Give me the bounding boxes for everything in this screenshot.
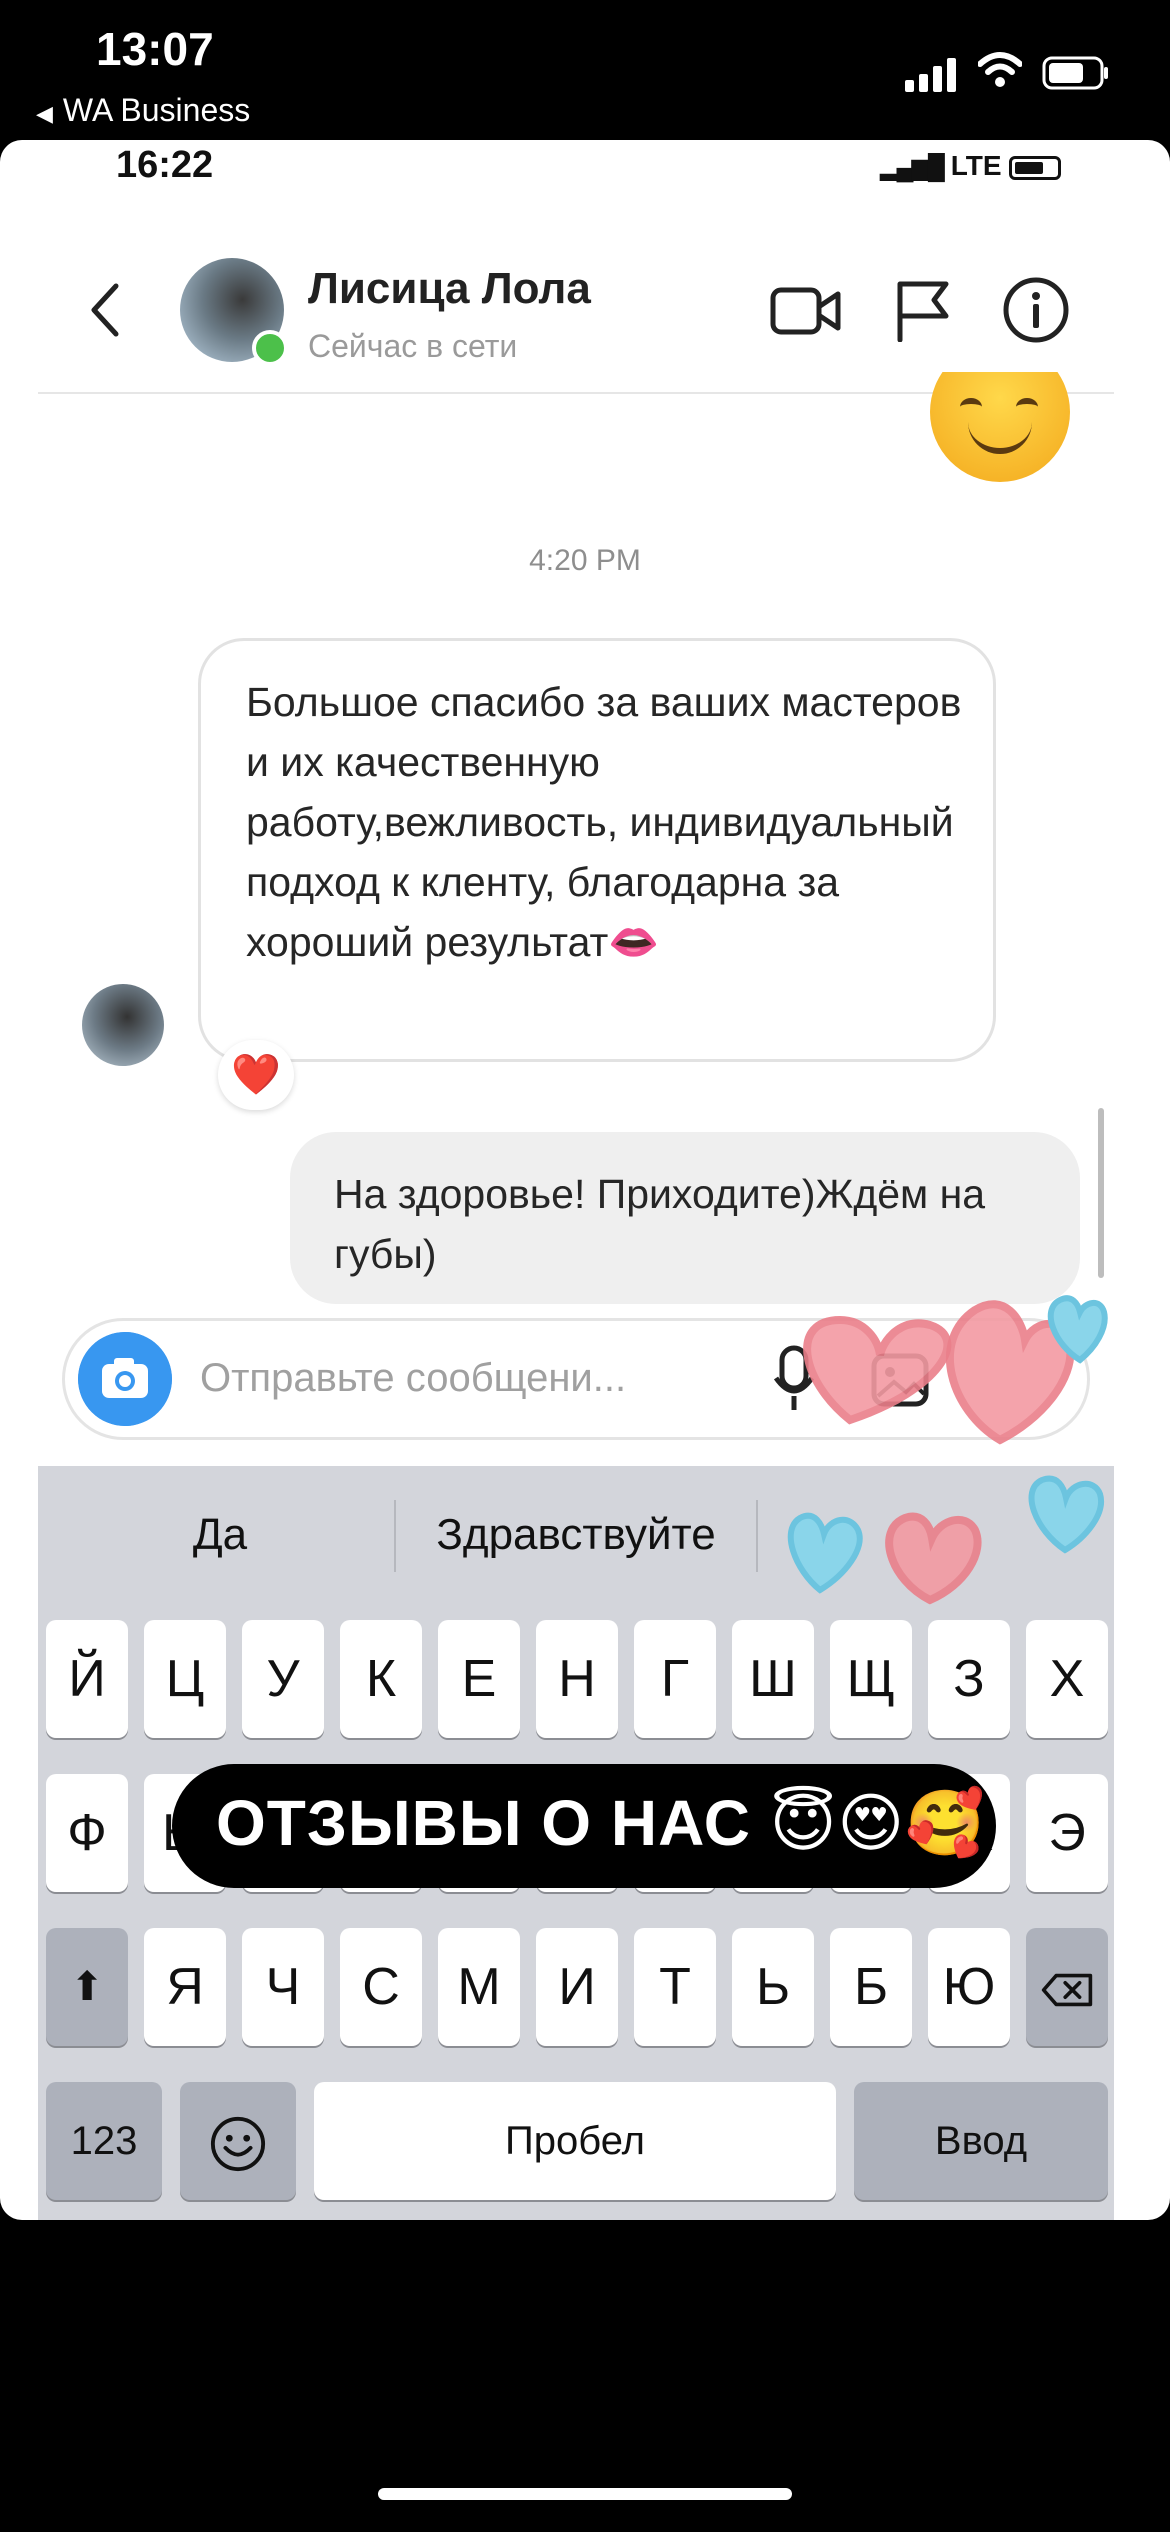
- heart-reaction-icon[interactable]: ❤️: [218, 1040, 294, 1110]
- shift-key[interactable]: ⬆: [46, 1928, 128, 2046]
- message-input[interactable]: Отправьте сообщени...: [200, 1356, 626, 1401]
- key-х[interactable]: Х: [1026, 1620, 1108, 1738]
- chat-scrollbar[interactable]: [1098, 1108, 1104, 1278]
- numbers-key[interactable]: 123: [46, 2082, 162, 2200]
- inner-status-time: 16:22: [116, 144, 214, 186]
- key-з[interactable]: З: [928, 1620, 1010, 1738]
- key-ч[interactable]: Ч: [242, 1928, 324, 2046]
- key-м[interactable]: М: [438, 1928, 520, 2046]
- back-triangle-icon: ◀: [36, 101, 53, 126]
- key-у[interactable]: У: [242, 1620, 324, 1738]
- key-г[interactable]: Г: [634, 1620, 716, 1738]
- contact-name[interactable]: Лисица Лола: [308, 264, 591, 314]
- key-е[interactable]: Е: [438, 1620, 520, 1738]
- back-to-app-link[interactable]: ◀ WA Business: [36, 92, 250, 129]
- contact-status: Сейчас в сети: [308, 328, 518, 364]
- return-key[interactable]: Ввод: [854, 2082, 1108, 2200]
- outer-status-time: 13:07: [96, 23, 214, 75]
- key-ф[interactable]: Ф: [46, 1774, 128, 1892]
- camera-button[interactable]: [78, 1332, 172, 1426]
- back-app-label: WA Business: [62, 92, 251, 128]
- flag-icon[interactable]: [894, 280, 950, 342]
- home-indicator[interactable]: [378, 2488, 792, 2500]
- key-ц[interactable]: Ц: [144, 1620, 226, 1738]
- key-б[interactable]: Б: [830, 1928, 912, 2046]
- sender-avatar[interactable]: [82, 984, 164, 1066]
- key-т[interactable]: Т: [634, 1928, 716, 2046]
- battery-icon: [1042, 56, 1108, 90]
- reviews-banner-text: ОТЗЫВЫ О НАС 😇😍🥰: [216, 1787, 986, 1859]
- info-icon[interactable]: [1002, 276, 1070, 344]
- cellular-signal-icon: [905, 56, 959, 92]
- suggestion-separator: [756, 1500, 758, 1572]
- space-key[interactable]: Пробел: [314, 2082, 836, 2200]
- suggestion-1[interactable]: Да: [120, 1510, 320, 1560]
- blue-heart-icon: [787, 1512, 863, 1594]
- key-с[interactable]: С: [340, 1928, 422, 2046]
- key-й[interactable]: Й: [46, 1620, 128, 1738]
- key-э[interactable]: Э: [1026, 1774, 1108, 1892]
- key-н[interactable]: Н: [536, 1620, 618, 1738]
- inner-status-indicators: ▂▄▆█ LTE: [880, 150, 1062, 182]
- pink-heart-icon: [803, 1315, 952, 1425]
- back-arrow-icon[interactable]: [86, 280, 122, 340]
- wifi-icon: [978, 52, 1022, 87]
- key-ш[interactable]: Ш: [732, 1620, 814, 1738]
- suggestion-separator: [394, 1500, 396, 1572]
- pink-heart-icon: [885, 1512, 982, 1605]
- backspace-icon: [1041, 1974, 1093, 2007]
- inner-signal-icon: ▂▄▆█: [880, 154, 945, 181]
- key-и[interactable]: И: [536, 1928, 618, 2046]
- video-call-icon[interactable]: [770, 284, 842, 338]
- blue-heart-icon: [1028, 1475, 1105, 1554]
- online-indicator: [252, 330, 288, 366]
- inner-network-label: LTE: [950, 150, 1002, 181]
- smiling-emoji-icon: [930, 372, 1070, 482]
- incoming-message-text: Большое спасибо за ваших мастеров и их к…: [246, 679, 962, 965]
- inner-battery-icon: [1009, 155, 1062, 180]
- key-ю[interactable]: Ю: [928, 1928, 1010, 2046]
- message-timestamp: 4:20 PM: [529, 544, 641, 577]
- key-я[interactable]: Я: [144, 1928, 226, 2046]
- key-щ[interactable]: Щ: [830, 1620, 912, 1738]
- heart-stickers-lower: [787, 1475, 1105, 1605]
- backspace-key[interactable]: [1026, 1928, 1108, 2046]
- key-ь[interactable]: Ь: [732, 1928, 814, 2046]
- emoji-key[interactable]: [180, 2082, 296, 2200]
- suggestion-2[interactable]: Здравствуйте: [406, 1510, 746, 1560]
- key-к[interactable]: К: [340, 1620, 422, 1738]
- emoji-face-icon: [210, 2117, 266, 2172]
